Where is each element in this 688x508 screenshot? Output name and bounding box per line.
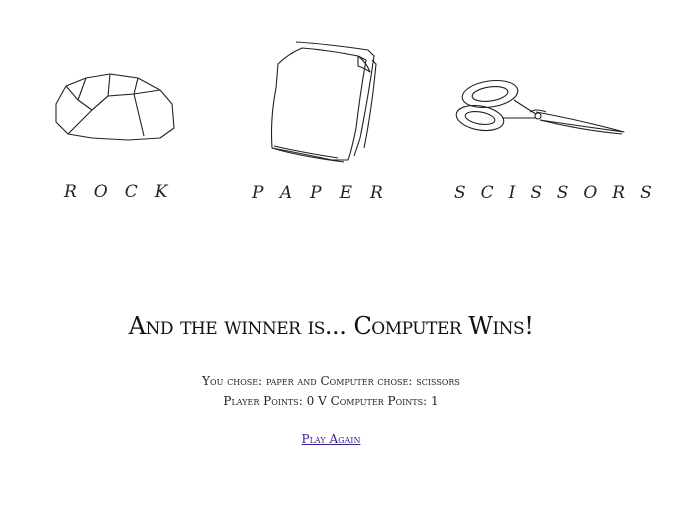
- paper-icon: [270, 41, 377, 163]
- result-title: And the winner is... Computer Wins!: [128, 312, 534, 340]
- choice-label-scissors: SCISSORS: [454, 183, 667, 203]
- scissors-choice[interactable]: SCISSORS: [450, 74, 652, 208]
- paper-choice[interactable]: PAPER: [248, 38, 386, 208]
- play-again-link[interactable]: Play Again: [302, 432, 361, 446]
- choice-label-rock: ROCK: [64, 182, 185, 202]
- score-text: Player Points: 0 V Computer Points: 1: [223, 394, 439, 408]
- rock-icon: [55, 73, 175, 141]
- chosen-moves-text: You chose: paper and Computer chose: sci…: [202, 374, 460, 388]
- choice-label-paper: PAPER: [252, 183, 401, 203]
- rock-choice[interactable]: ROCK: [48, 66, 182, 206]
- play-again-container: Play Again: [0, 432, 662, 446]
- scissors-icon: [455, 79, 625, 135]
